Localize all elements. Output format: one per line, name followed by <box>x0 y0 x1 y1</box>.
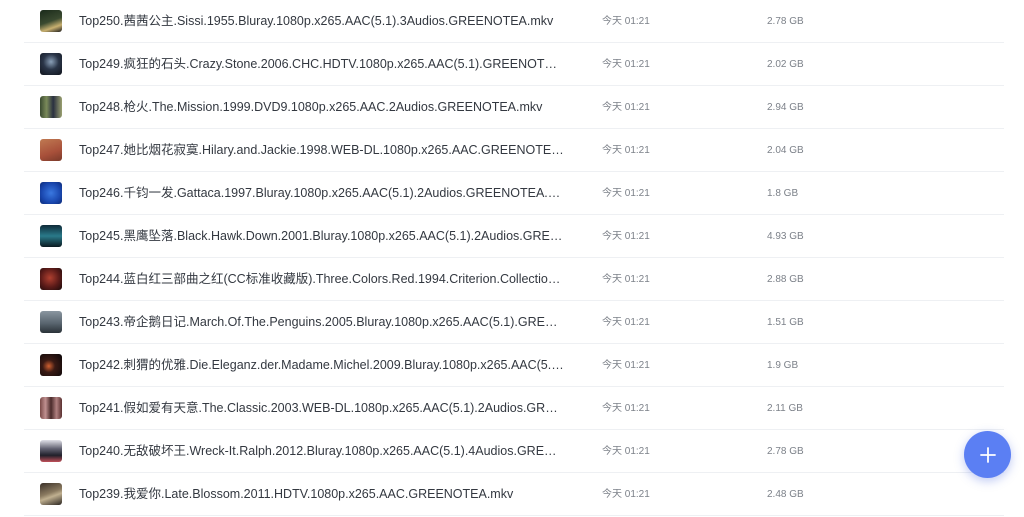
list-item[interactable]: Top240.无敌破坏王.Wreck-It.Ralph.2012.Bluray.… <box>24 430 1004 473</box>
file-size: 1.9 GB <box>767 360 799 371</box>
list-item[interactable]: Top248.枪火.The.Mission.1999.DVD9.1080p.x2… <box>24 86 1004 129</box>
movie-poster-icon <box>40 483 62 505</box>
list-item[interactable]: Top244.蓝白红三部曲之红(CC标准收藏版).Three.Colors.Re… <box>24 258 1004 301</box>
movie-poster-icon <box>40 96 62 118</box>
file-size: 2.04 GB <box>767 145 804 156</box>
file-size: 2.11 GB <box>767 403 803 414</box>
file-list: Top250.茜茜公主.Sissi.1955.Bluray.1080p.x265… <box>24 0 1004 516</box>
list-item[interactable]: Top241.假如爱有天意.The.Classic.2003.WEB-DL.10… <box>24 387 1004 430</box>
modified-time: 今天 01:21 <box>602 360 650 371</box>
add-button[interactable] <box>964 431 1011 478</box>
plus-icon <box>979 446 997 464</box>
file-name: Top243.帝企鹅日记.March.Of.The.Penguins.2005.… <box>79 315 564 329</box>
file-name: Top239.我爱你.Late.Blossom.2011.HDTV.1080p.… <box>79 487 514 501</box>
list-item[interactable]: Top250.茜茜公主.Sissi.1955.Bluray.1080p.x265… <box>24 0 1004 43</box>
movie-poster-icon <box>40 10 62 32</box>
modified-time: 今天 01:21 <box>602 145 650 156</box>
list-item[interactable]: Top247.她比烟花寂寞.Hilary.and.Jackie.1998.WEB… <box>24 129 1004 172</box>
modified-time: 今天 01:21 <box>602 403 650 414</box>
modified-time: 今天 01:21 <box>602 231 650 242</box>
list-item[interactable]: Top249.疯狂的石头.Crazy.Stone.2006.CHC.HDTV.1… <box>24 43 1004 86</box>
file-name: Top245.黑鹰坠落.Black.Hawk.Down.2001.Bluray.… <box>79 229 564 243</box>
list-item[interactable]: Top246.千钧一发.Gattaca.1997.Bluray.1080p.x2… <box>24 172 1004 215</box>
movie-poster-icon <box>40 311 62 333</box>
list-item[interactable]: Top245.黑鹰坠落.Black.Hawk.Down.2001.Bluray.… <box>24 215 1004 258</box>
file-size: 1.8 GB <box>767 188 799 199</box>
file-size: 1.51 GB <box>767 317 804 328</box>
file-size: 2.02 GB <box>767 59 804 70</box>
movie-poster-icon <box>40 440 62 462</box>
file-name: Top244.蓝白红三部曲之红(CC标准收藏版).Three.Colors.Re… <box>79 272 564 286</box>
file-name: Top250.茜茜公主.Sissi.1955.Bluray.1080p.x265… <box>79 14 554 28</box>
modified-time: 今天 01:21 <box>602 489 650 500</box>
list-item[interactable]: Top243.帝企鹅日记.March.Of.The.Penguins.2005.… <box>24 301 1004 344</box>
file-size: 2.88 GB <box>767 274 804 285</box>
file-name: Top240.无敌破坏王.Wreck-It.Ralph.2012.Bluray.… <box>79 444 564 458</box>
movie-poster-icon <box>40 268 62 290</box>
file-name: Top241.假如爱有天意.The.Classic.2003.WEB-DL.10… <box>79 401 564 415</box>
movie-poster-icon <box>40 139 62 161</box>
file-size: 2.78 GB <box>767 16 804 27</box>
file-name: Top246.千钧一发.Gattaca.1997.Bluray.1080p.x2… <box>79 186 564 200</box>
movie-poster-icon <box>40 397 62 419</box>
modified-time: 今天 01:21 <box>602 16 650 27</box>
modified-time: 今天 01:21 <box>602 446 650 457</box>
movie-poster-icon <box>40 225 62 247</box>
modified-time: 今天 01:21 <box>602 317 650 328</box>
file-name: Top248.枪火.The.Mission.1999.DVD9.1080p.x2… <box>79 100 543 114</box>
modified-time: 今天 01:21 <box>602 188 650 199</box>
file-name: Top247.她比烟花寂寞.Hilary.and.Jackie.1998.WEB… <box>79 143 564 157</box>
modified-time: 今天 01:21 <box>602 274 650 285</box>
movie-poster-icon <box>40 354 62 376</box>
file-size: 2.78 GB <box>767 446 804 457</box>
file-name: Top249.疯狂的石头.Crazy.Stone.2006.CHC.HDTV.1… <box>79 57 564 71</box>
file-size: 4.93 GB <box>767 231 804 242</box>
modified-time: 今天 01:21 <box>602 59 650 70</box>
list-item[interactable]: Top239.我爱你.Late.Blossom.2011.HDTV.1080p.… <box>24 473 1004 516</box>
movie-poster-icon <box>40 182 62 204</box>
file-size: 2.94 GB <box>767 102 804 113</box>
modified-time: 今天 01:21 <box>602 102 650 113</box>
movie-poster-icon <box>40 53 62 75</box>
file-name: Top242.刺猬的优雅.Die.Eleganz.der.Madame.Mich… <box>79 358 564 372</box>
list-item[interactable]: Top242.刺猬的优雅.Die.Eleganz.der.Madame.Mich… <box>24 344 1004 387</box>
file-size: 2.48 GB <box>767 489 804 500</box>
